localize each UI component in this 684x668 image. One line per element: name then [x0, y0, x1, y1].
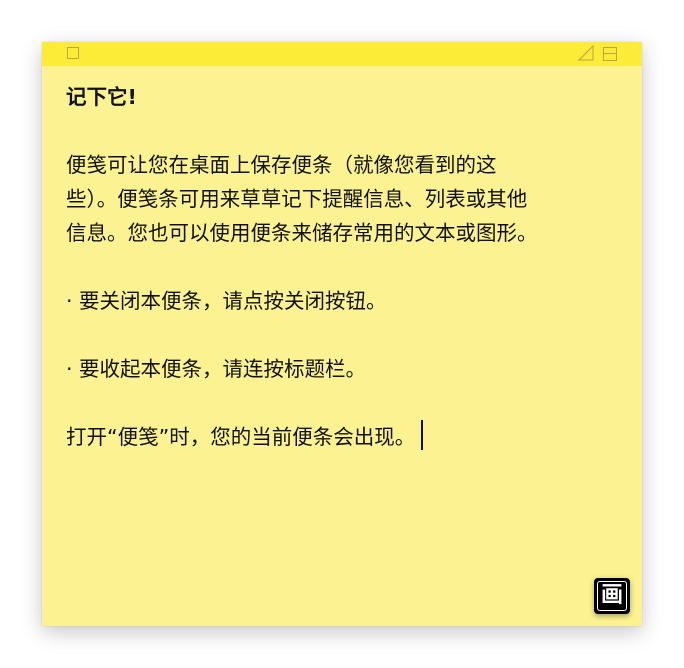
- collapse-icon[interactable]: [602, 46, 618, 62]
- closing-line-row: 打开“便笺”时，您的当前便条会出现。: [66, 420, 626, 454]
- draw-button[interactable]: 画: [594, 578, 630, 614]
- bullet-collapse-instruction: · 要收起本便条，请连按标题栏。: [66, 357, 367, 381]
- paragraph-line: 便笺可让您在桌面上保存便条（就像您看到的这: [66, 153, 497, 177]
- bullet-close-instruction: · 要关闭本便条，请点按关闭按钮。: [66, 289, 387, 313]
- paragraph-line: 些）。便笺条可用来草草记下提醒信息、列表或其他: [66, 187, 528, 211]
- note-heading: 记下它!: [66, 85, 137, 109]
- sticky-note[interactable]: 记下它! 便笺可让您在桌面上保存便条（就像您看到的这 些）。便笺条可用来草草记下…: [42, 42, 642, 626]
- text-caret: [421, 420, 424, 450]
- closing-line: 打开“便笺”时，您的当前便条会出现。: [66, 425, 416, 449]
- resize-icon[interactable]: [578, 45, 594, 61]
- paragraph-line: 信息。您也可以使用便条来储存常用的文本或图形。: [66, 221, 538, 245]
- note-text-area[interactable]: 记下它! 便笺可让您在桌面上保存便条（就像您看到的这 些）。便笺条可用来草草记下…: [66, 80, 626, 454]
- note-titlebar[interactable]: [42, 42, 642, 66]
- close-icon[interactable]: [67, 47, 79, 59]
- draw-icon: 画: [600, 583, 623, 608]
